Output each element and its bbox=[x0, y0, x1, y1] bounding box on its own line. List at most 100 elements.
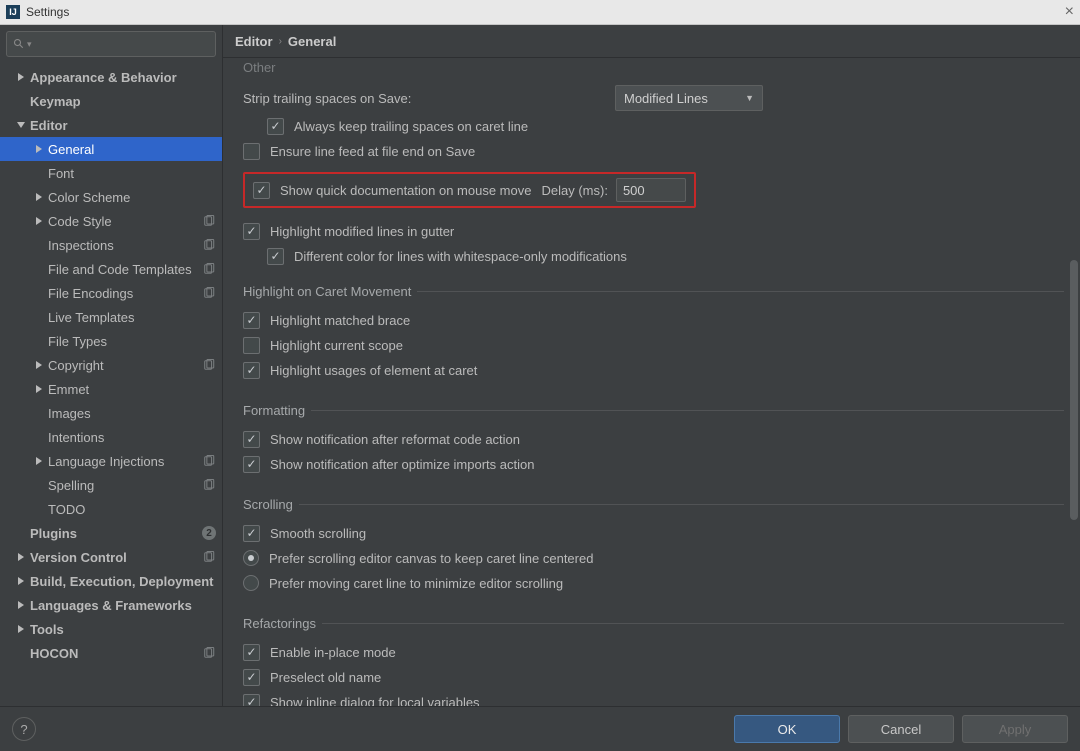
tree-item-hocon[interactable]: HOCON bbox=[0, 641, 222, 665]
tree-item-general[interactable]: General bbox=[0, 137, 222, 161]
tree-arrow-icon bbox=[16, 648, 26, 658]
tree-item-keymap[interactable]: Keymap bbox=[0, 89, 222, 113]
tree-item-spelling[interactable]: Spelling bbox=[0, 473, 222, 497]
breadcrumb-editor[interactable]: Editor bbox=[235, 34, 273, 49]
smooth-label: Smooth scrolling bbox=[270, 526, 366, 541]
tree-item-label: File Types bbox=[48, 334, 107, 349]
cancel-button[interactable]: Cancel bbox=[848, 715, 954, 743]
tree-item-language-injections[interactable]: Language Injections bbox=[0, 449, 222, 473]
chevron-down-icon: ▼ bbox=[745, 93, 754, 103]
tree-item-label: File Encodings bbox=[48, 286, 133, 301]
diff-color-checkbox[interactable] bbox=[267, 248, 284, 265]
always-keep-label: Always keep trailing spaces on caret lin… bbox=[294, 119, 528, 134]
formatting-legend: Formatting bbox=[243, 403, 311, 418]
diff-color-label: Different color for lines with whitespac… bbox=[294, 249, 627, 264]
tree-item-label: Tools bbox=[30, 622, 64, 637]
search-input[interactable]: ▾ bbox=[6, 31, 216, 57]
help-button[interactable]: ? bbox=[12, 717, 36, 741]
delay-field[interactable] bbox=[616, 178, 686, 202]
tree-item-live-templates[interactable]: Live Templates bbox=[0, 305, 222, 329]
tree-item-label: Build, Execution, Deployment bbox=[30, 574, 213, 589]
tree-item-code-style[interactable]: Code Style bbox=[0, 209, 222, 233]
tree-arrow-icon bbox=[34, 168, 44, 178]
tree-arrow-icon bbox=[34, 432, 44, 442]
tree-item-plugins[interactable]: Plugins2 bbox=[0, 521, 222, 545]
project-level-icon bbox=[202, 478, 216, 492]
brace-label: Highlight matched brace bbox=[270, 313, 410, 328]
minimize-label: Prefer moving caret line to minimize edi… bbox=[269, 576, 563, 591]
tree-item-label: Intentions bbox=[48, 430, 104, 445]
strip-spaces-label: Strip trailing spaces on Save: bbox=[243, 91, 411, 106]
breadcrumb-general: General bbox=[288, 34, 336, 49]
tree-item-editor[interactable]: Editor bbox=[0, 113, 222, 137]
project-level-icon bbox=[202, 454, 216, 468]
tree-item-label: TODO bbox=[48, 502, 85, 517]
search-history-caret-icon[interactable]: ▾ bbox=[27, 39, 32, 50]
tree-item-label: Copyright bbox=[48, 358, 104, 373]
tree-arrow-icon bbox=[16, 600, 26, 610]
tree-item-label: File and Code Templates bbox=[48, 262, 192, 277]
usages-label: Highlight usages of element at caret bbox=[270, 363, 477, 378]
prev-region-label: Other bbox=[243, 60, 1064, 75]
tree-arrow-icon bbox=[16, 72, 26, 82]
close-icon[interactable]: × bbox=[1065, 3, 1074, 21]
tree-item-file-and-code-templates[interactable]: File and Code Templates bbox=[0, 257, 222, 281]
tree-item-languages-frameworks[interactable]: Languages & Frameworks bbox=[0, 593, 222, 617]
tree-item-font[interactable]: Font bbox=[0, 161, 222, 185]
ensure-lf-label: Ensure line feed at file end on Save bbox=[270, 144, 475, 159]
tree-item-tools[interactable]: Tools bbox=[0, 617, 222, 641]
tree-item-todo[interactable]: TODO bbox=[0, 497, 222, 521]
quick-doc-label: Show quick documentation on mouse move bbox=[280, 183, 531, 198]
tree-item-file-encodings[interactable]: File Encodings bbox=[0, 281, 222, 305]
tree-item-images[interactable]: Images bbox=[0, 401, 222, 425]
tree-item-file-types[interactable]: File Types bbox=[0, 329, 222, 353]
tree-item-intentions[interactable]: Intentions bbox=[0, 425, 222, 449]
tree-item-version-control[interactable]: Version Control bbox=[0, 545, 222, 569]
highlight-gutter-checkbox[interactable] bbox=[243, 223, 260, 240]
ensure-lf-checkbox[interactable] bbox=[243, 143, 260, 160]
tree-arrow-icon bbox=[34, 336, 44, 346]
tree-item-label: Inspections bbox=[48, 238, 114, 253]
inline-label: Show inline dialog for local variables bbox=[270, 695, 480, 707]
reformat-checkbox[interactable] bbox=[243, 431, 260, 448]
tree-item-label: Language Injections bbox=[48, 454, 164, 469]
apply-button[interactable]: Apply bbox=[962, 715, 1068, 743]
always-keep-checkbox[interactable] bbox=[267, 118, 284, 135]
tree-item-emmet[interactable]: Emmet bbox=[0, 377, 222, 401]
tree-arrow-icon bbox=[16, 624, 26, 634]
settings-window: IJ Settings × ▾ Appearance & BehaviorKey… bbox=[0, 0, 1080, 751]
quick-doc-checkbox[interactable] bbox=[253, 182, 270, 199]
tree-item-label: Code Style bbox=[48, 214, 112, 229]
scope-label: Highlight current scope bbox=[270, 338, 403, 353]
imports-checkbox[interactable] bbox=[243, 456, 260, 473]
tree-arrow-icon bbox=[34, 264, 44, 274]
tree-item-inspections[interactable]: Inspections bbox=[0, 233, 222, 257]
ok-label: OK bbox=[778, 722, 797, 737]
scope-checkbox[interactable] bbox=[243, 337, 260, 354]
tree-item-build-execution-deployment[interactable]: Build, Execution, Deployment bbox=[0, 569, 222, 593]
tree-item-appearance-behavior[interactable]: Appearance & Behavior bbox=[0, 65, 222, 89]
brace-checkbox[interactable] bbox=[243, 312, 260, 329]
scrollbar-thumb[interactable] bbox=[1070, 260, 1078, 520]
tree-item-copyright[interactable]: Copyright bbox=[0, 353, 222, 377]
strip-spaces-dropdown[interactable]: Modified Lines ▼ bbox=[615, 85, 763, 111]
tree-item-color-scheme[interactable]: Color Scheme bbox=[0, 185, 222, 209]
tree-arrow-icon bbox=[34, 384, 44, 394]
project-level-icon bbox=[202, 262, 216, 276]
preselect-checkbox[interactable] bbox=[243, 669, 260, 686]
minimize-radio[interactable] bbox=[243, 575, 259, 591]
tree-item-label: Font bbox=[48, 166, 74, 181]
inline-checkbox[interactable] bbox=[243, 694, 260, 707]
ok-button[interactable]: OK bbox=[734, 715, 840, 743]
smooth-checkbox[interactable] bbox=[243, 525, 260, 542]
usages-checkbox[interactable] bbox=[243, 362, 260, 379]
settings-tree: Appearance & BehaviorKeymap Editor General… bbox=[0, 63, 222, 706]
tree-item-label: Editor bbox=[30, 118, 68, 133]
body: ▾ Appearance & BehaviorKeymap Editor Gener… bbox=[0, 25, 1080, 706]
scrollbar[interactable] bbox=[1070, 60, 1078, 704]
tree-arrow-icon bbox=[34, 312, 44, 322]
tree-item-label: Version Control bbox=[30, 550, 127, 565]
inplace-checkbox[interactable] bbox=[243, 644, 260, 661]
project-level-icon bbox=[202, 646, 216, 660]
centered-radio[interactable] bbox=[243, 550, 259, 566]
